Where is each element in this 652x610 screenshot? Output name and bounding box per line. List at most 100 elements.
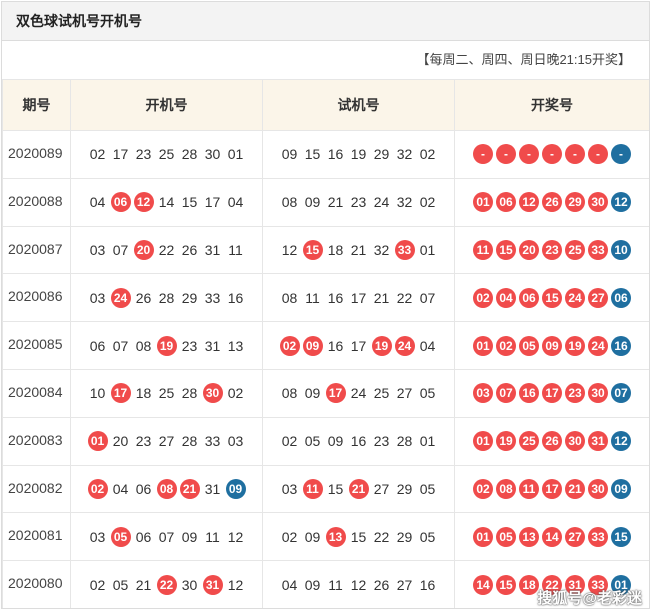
number: 09 (304, 576, 321, 593)
draw-number-cell: 02 08 11 17 21 30 09 (454, 464, 649, 514)
table-row: 2020088 04 06 12 14 15 17 04 08 09 21 23 24 32 02 01 06 1… (2, 177, 649, 227)
number: 18 (327, 241, 344, 258)
open-number-cell: 02 17 23 25 28 30 01 (70, 130, 263, 179)
number: 02 (89, 146, 106, 163)
number: 09 (304, 528, 321, 545)
table-row: 2020087 03 07 20 22 26 31 11 12 15 18 21 32 33 01 11 15 2… (2, 225, 649, 275)
red-ball: 30 (588, 478, 608, 499)
header-open-number: 开机号 (70, 79, 263, 131)
number: 01 (227, 146, 244, 163)
open-number-cell: 03 05 06 07 09 11 12 (70, 512, 263, 562)
number: 03 (89, 528, 106, 545)
number: 11 (205, 528, 220, 545)
number: 16 (419, 576, 436, 593)
red-ball: - (542, 144, 562, 165)
number: 04 (281, 576, 298, 593)
red-ball: 02 (473, 287, 493, 308)
header-trial-number: 试机号 (262, 79, 455, 131)
number: 03 (227, 433, 244, 450)
issue-cell: 2020086 (2, 273, 71, 323)
number: 05 (304, 433, 321, 450)
blue-ball: 12 (611, 431, 631, 452)
open-number-cell: 03 07 20 22 26 31 11 (70, 225, 263, 275)
number: 10 (89, 385, 106, 402)
number: 05 (419, 385, 436, 402)
number: 27 (396, 385, 413, 402)
red-ball: 23 (542, 239, 562, 260)
number: 01 (419, 241, 436, 258)
matched-number-ball: 11 (302, 478, 323, 499)
table-row: 2020084 10 17 18 25 28 30 02 08 09 17 24 25 27 05 03 07 1… (2, 368, 649, 418)
matched-number-ball: 09 (302, 335, 323, 356)
red-ball: 08 (496, 478, 516, 499)
issue-cell: 2020084 (2, 368, 71, 418)
number: 30 (181, 576, 198, 593)
open-number-cell: 02 05 21 22 30 31 12 (70, 560, 263, 608)
matched-number-ball: 15 (302, 239, 323, 260)
number: 15 (327, 480, 344, 497)
draw-number-cell: 11 15 20 23 25 33 10 (454, 225, 649, 275)
blue-ball: 07 (611, 383, 631, 404)
draw-schedule: 【每周二、周四、周日晚21:15开奖】 (416, 52, 631, 67)
blue-ball: 10 (611, 239, 631, 260)
results-table: 期号 开机号 试机号 开奖号 2020089 02 17 23 25 28 30 01 09 15… (2, 79, 649, 608)
table-row: 2020085 06 07 08 19 23 31 13 02 09 16 17 19 24 04 01 02 0… (2, 321, 649, 370)
red-ball: 05 (519, 335, 539, 356)
number: 28 (158, 289, 175, 306)
red-ball: 24 (565, 287, 585, 308)
red-ball: 19 (565, 335, 585, 356)
table-header-row: 期号 开机号 试机号 开奖号 (2, 79, 649, 131)
matched-number-ball: 02 (279, 335, 300, 356)
red-ball: - (473, 144, 493, 165)
matched-number-ball: 31 (202, 574, 223, 595)
red-ball: 23 (565, 383, 585, 404)
number: 05 (419, 480, 436, 497)
red-ball: 06 (519, 287, 539, 308)
number: 18 (135, 385, 152, 402)
number: 17 (350, 289, 367, 306)
issue-cell: 2020088 (2, 177, 71, 227)
draw-number-cell: 01 02 05 09 19 24 16 (454, 321, 649, 370)
number: 24 (350, 385, 367, 402)
number: 30 (204, 146, 221, 163)
red-ball: 25 (519, 431, 539, 452)
number: 13 (227, 337, 244, 354)
red-ball: 25 (565, 239, 585, 260)
number: 21 (135, 576, 152, 593)
number: 07 (419, 289, 436, 306)
issue-cell: 2020082 (2, 464, 71, 514)
matched-number-ball: 33 (394, 239, 415, 260)
trial-number-cell: 03 11 15 21 27 29 05 (262, 464, 455, 514)
number: 08 (281, 289, 298, 306)
number: 29 (396, 480, 413, 497)
number: 09 (304, 194, 321, 211)
number: 28 (181, 433, 198, 450)
blue-ball: 09 (611, 478, 631, 499)
number: 31 (204, 480, 221, 497)
number: 06 (89, 337, 106, 354)
number: 21 (350, 241, 367, 258)
red-ball: 02 (496, 335, 516, 356)
number: 07 (112, 337, 129, 354)
issue-cell: 2020083 (2, 416, 71, 466)
number: 04 (89, 194, 106, 211)
number: 09 (304, 385, 321, 402)
number: 23 (181, 337, 198, 354)
number: 16 (327, 337, 344, 354)
matched-number-ball: 06 (110, 192, 131, 213)
red-ball: - (496, 144, 516, 165)
number: 22 (373, 528, 390, 545)
matched-number-ball: 02 (87, 478, 108, 499)
trial-number-cell: 02 05 09 16 23 28 01 (262, 416, 455, 466)
number: 12 (350, 576, 367, 593)
red-ball: 20 (519, 239, 539, 260)
header-issue: 期号 (2, 79, 71, 131)
red-ball: 26 (542, 192, 562, 213)
red-ball: 18 (519, 574, 539, 595)
number: 23 (135, 146, 152, 163)
number: 29 (396, 528, 413, 545)
number: 01 (419, 433, 436, 450)
trial-number-cell: 08 09 21 23 24 32 02 (262, 177, 455, 227)
number: 17 (204, 194, 221, 211)
red-ball: 11 (473, 239, 493, 260)
